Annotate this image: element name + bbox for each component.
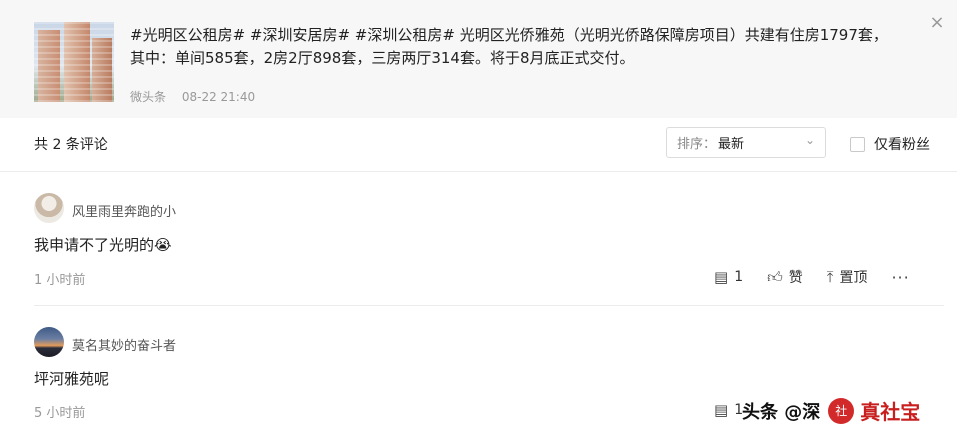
comment-username[interactable]: 风里雨里奔跑的小 (72, 201, 176, 220)
comment-time: 5 小时前 (34, 406, 86, 421)
watermark-logo-icon: 社 (828, 397, 855, 424)
reply-button[interactable]: ▤ 1 (714, 268, 743, 286)
comment-icon: ▤ (714, 401, 729, 419)
post-text-line-1: #光明区公租房# #深圳安居房# #深圳公租房# 光明区光侨雅苑（光明光侨路保障… (130, 26, 888, 44)
fans-only-checkbox[interactable] (850, 136, 865, 152)
reply-button[interactable]: ▤ 1 (714, 401, 743, 419)
more-icon[interactable]: ··· (891, 268, 909, 287)
comment-time: 1 小时前 (34, 273, 86, 288)
comment-text: 我申请不了光明的😭 (34, 236, 172, 254)
watermark: 头条 @深 社 真社宝 (742, 396, 920, 425)
pin-button[interactable]: ⤒ 置顶 (827, 267, 868, 287)
pin-top-icon: ⤒ (826, 268, 834, 286)
comment-count: 共 2 条评论 (34, 137, 108, 153)
post-time: 08-22 21:40 (181, 90, 256, 104)
thumbs-up-icon: 👍︎ (767, 267, 783, 286)
watermark-brand: 真社宝 (860, 400, 921, 424)
watermark-text: 头条 @深 (742, 401, 821, 423)
post-card: #光明区公租房# #深圳安居房# #深圳公租房# 光明区光侨雅苑（光明光侨路保障… (0, 0, 957, 118)
post-text[interactable]: #光明区公租房# #深圳安居房# #深圳公租房# 光明区光侨雅苑（光明光侨路保障… (130, 24, 920, 70)
pin-label: 置顶 (839, 270, 868, 286)
fans-only-label: 仅看粉丝 (874, 137, 930, 153)
divider (34, 305, 944, 306)
close-icon[interactable]: × (928, 14, 946, 32)
sort-select[interactable]: 排序： 最新 ⌄ (666, 127, 826, 158)
post-text-line-2: 其中：单间585套，2房2厅898套，三房两厅314套。将于8月底正式交付。 (130, 49, 635, 67)
comment-username[interactable]: 莫名其妙的奋斗者 (72, 335, 176, 354)
post-thumbnail[interactable] (34, 22, 114, 102)
reply-count: 1 (734, 269, 744, 285)
sort-value: 最新 (718, 137, 745, 152)
like-button[interactable]: 👍︎ 赞 (767, 267, 803, 287)
like-label: 赞 (788, 270, 803, 286)
comment-icon: ▤ (714, 268, 729, 286)
fans-only-toggle[interactable]: 仅看粉丝 (850, 134, 930, 154)
sort-prefix: 排序： (677, 137, 717, 152)
avatar[interactable] (34, 327, 64, 357)
post-meta: 微头条 08-22 21:40 (130, 88, 267, 105)
divider (0, 171, 957, 172)
chevron-down-icon: ⌄ (804, 133, 815, 147)
avatar[interactable] (34, 193, 64, 223)
comment-actions: ▤ 1 👍︎ 赞 ⤒ 置顶 ··· (714, 267, 910, 287)
post-source: 微头条 (130, 90, 167, 104)
comment-text: 坪河雅苑呢 (34, 370, 110, 388)
